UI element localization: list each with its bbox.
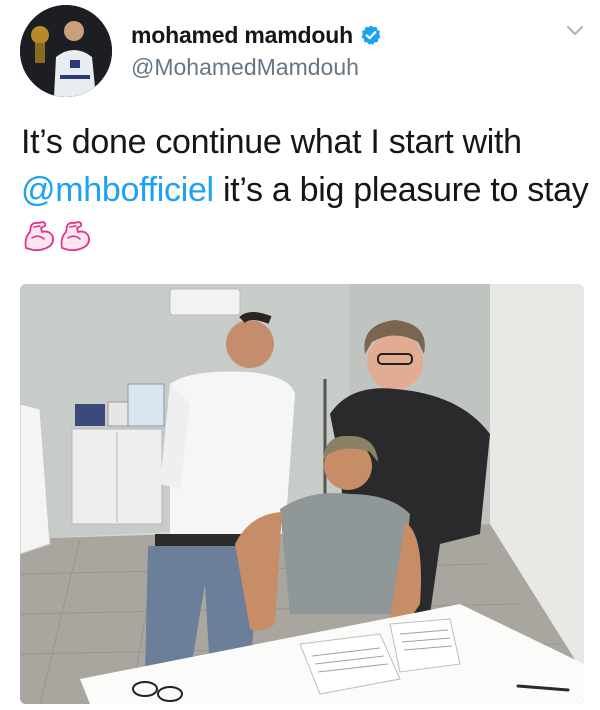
photo-illustration: [20, 284, 584, 704]
avatar[interactable]: [20, 5, 112, 97]
tweet-card: mohamed mamdouh @MohamedMamdouh It’s don…: [0, 0, 600, 710]
name-row: mohamed mamdouh: [131, 17, 382, 53]
flexed-biceps-icon: [24, 221, 55, 252]
verified-badge-icon: [361, 25, 381, 45]
tweet-photo[interactable]: [20, 284, 584, 704]
tweet-text-part1: It’s done continue what I start with: [21, 123, 522, 161]
chevron-down-icon[interactable]: [562, 17, 588, 43]
flexed-biceps-icon: [60, 221, 91, 252]
tweet-text: It’s done continue what I start with @mh…: [21, 118, 591, 262]
mention-link[interactable]: @mhbofficiel: [21, 171, 214, 209]
display-name[interactable]: mohamed mamdouh: [131, 22, 353, 49]
avatar-photo: [20, 5, 112, 97]
user-handle[interactable]: @MohamedMamdouh: [131, 54, 359, 81]
tweet-text-part2: it’s a big pleasure to stay: [213, 171, 589, 209]
